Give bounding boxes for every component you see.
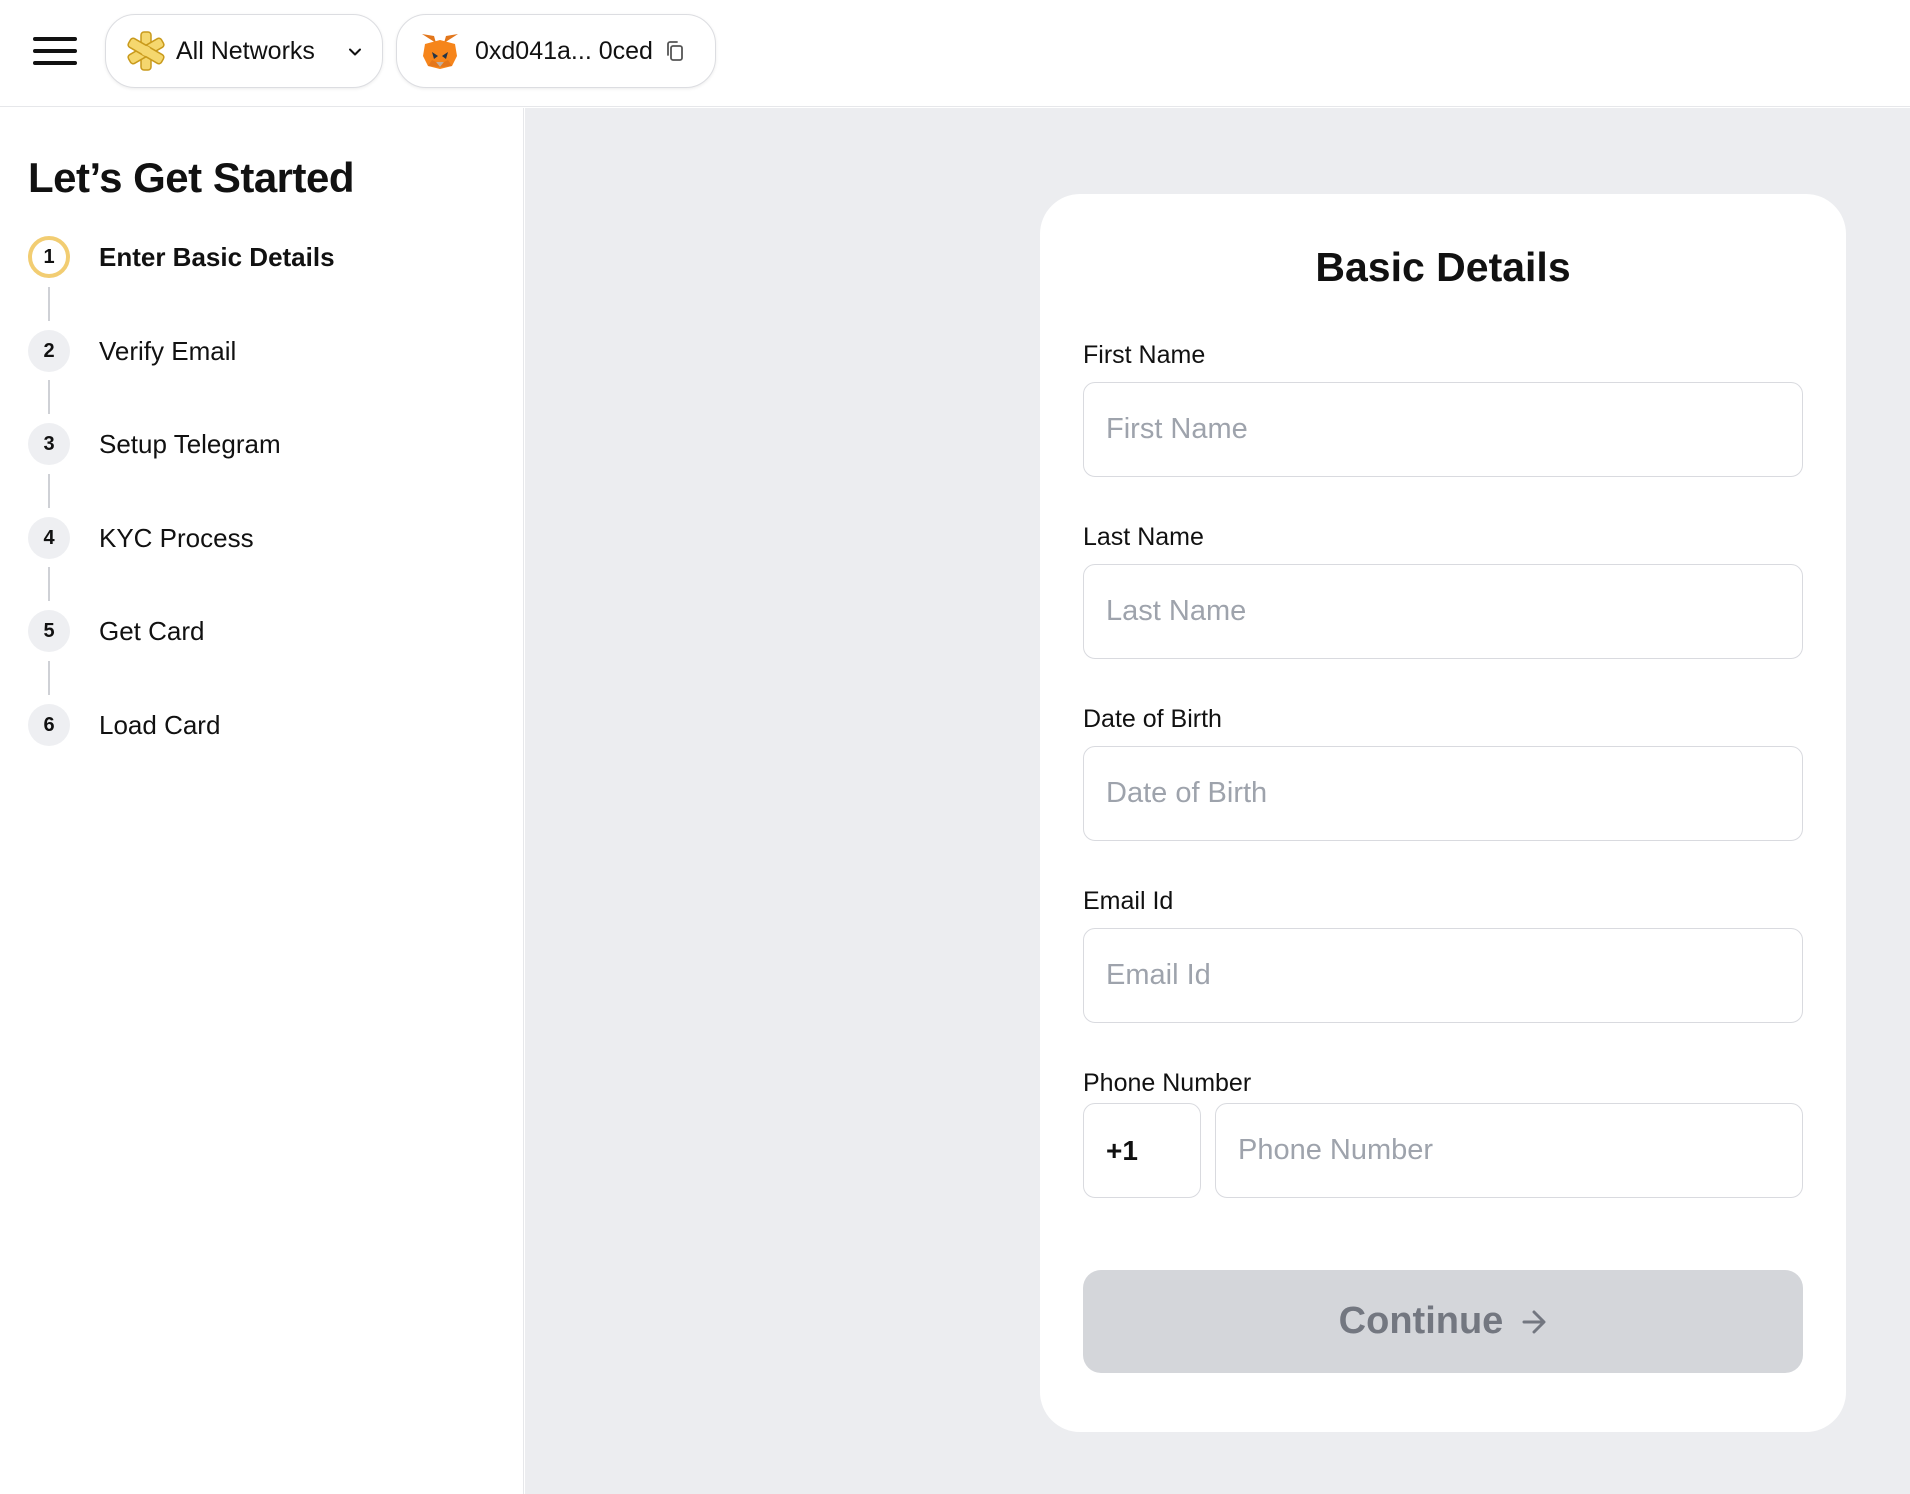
- step-connector: [48, 287, 50, 321]
- step-number: 2: [28, 330, 70, 372]
- all-networks-icon: [127, 31, 165, 71]
- first-name-label: First Name: [1083, 341, 1206, 369]
- wallet-account[interactable]: 0xd041a... 0ced: [396, 14, 716, 88]
- step-number: 3: [28, 423, 70, 465]
- step-setup-telegram[interactable]: 3 Setup Telegram: [28, 423, 281, 465]
- step-label: KYC Process: [99, 522, 254, 553]
- step-number: 6: [28, 704, 70, 746]
- step-verify-email[interactable]: 2 Verify Email: [28, 330, 236, 372]
- network-label: All Networks: [176, 36, 315, 65]
- phone-input[interactable]: [1215, 1103, 1803, 1198]
- step-connector: [48, 380, 50, 414]
- step-label: Load Card: [99, 709, 221, 740]
- step-label: Setup Telegram: [99, 428, 281, 459]
- dob-label: Date of Birth: [1083, 705, 1222, 733]
- step-number: 5: [28, 610, 70, 652]
- first-name-input[interactable]: [1083, 382, 1803, 477]
- last-name-input[interactable]: [1083, 564, 1803, 659]
- sidebar-title: Let’s Get Started: [28, 154, 355, 201]
- country-code-selector[interactable]: +1: [1083, 1103, 1201, 1198]
- step-label: Verify Email: [99, 335, 237, 366]
- top-bar: All Networks 0xd041a... 0ced: [0, 0, 1910, 107]
- main-content: Basic Details First Name Last Name Date …: [525, 108, 1910, 1494]
- step-get-card[interactable]: 5 Get Card: [28, 610, 205, 652]
- email-label: Email Id: [1083, 887, 1174, 915]
- step-number: 1: [28, 236, 70, 278]
- continue-button[interactable]: Continue: [1083, 1270, 1803, 1373]
- step-enter-basic-details[interactable]: 1 Enter Basic Details: [28, 236, 335, 278]
- phone-label: Phone Number: [1083, 1069, 1252, 1097]
- hamburger-icon[interactable]: [30, 32, 80, 70]
- step-kyc-process[interactable]: 4 KYC Process: [28, 517, 254, 559]
- email-input[interactable]: [1083, 928, 1803, 1023]
- step-connector: [48, 661, 50, 695]
- metamask-fox-icon: [422, 34, 458, 69]
- step-label: Get Card: [99, 615, 205, 646]
- step-load-card[interactable]: 6 Load Card: [28, 704, 220, 746]
- chevron-down-icon: [349, 48, 361, 56]
- network-selector[interactable]: All Networks: [105, 14, 383, 88]
- step-connector: [48, 474, 50, 508]
- form-title: Basic Details: [1315, 244, 1571, 290]
- basic-details-card: Basic Details First Name Last Name Date …: [1040, 194, 1846, 1432]
- step-label: Enter Basic Details: [99, 241, 335, 272]
- copy-icon[interactable]: [665, 40, 685, 62]
- last-name-label: Last Name: [1083, 523, 1204, 551]
- wallet-address: 0xd041a... 0ced: [475, 36, 653, 65]
- step-connector: [48, 567, 50, 601]
- onboarding-steps-sidebar: Let’s Get Started 1 Enter Basic Details …: [0, 108, 524, 1494]
- continue-label: Continue: [1338, 1300, 1504, 1342]
- dob-input[interactable]: [1083, 746, 1803, 841]
- arrow-right-icon: [1522, 1310, 1546, 1333]
- step-number: 4: [28, 517, 70, 559]
